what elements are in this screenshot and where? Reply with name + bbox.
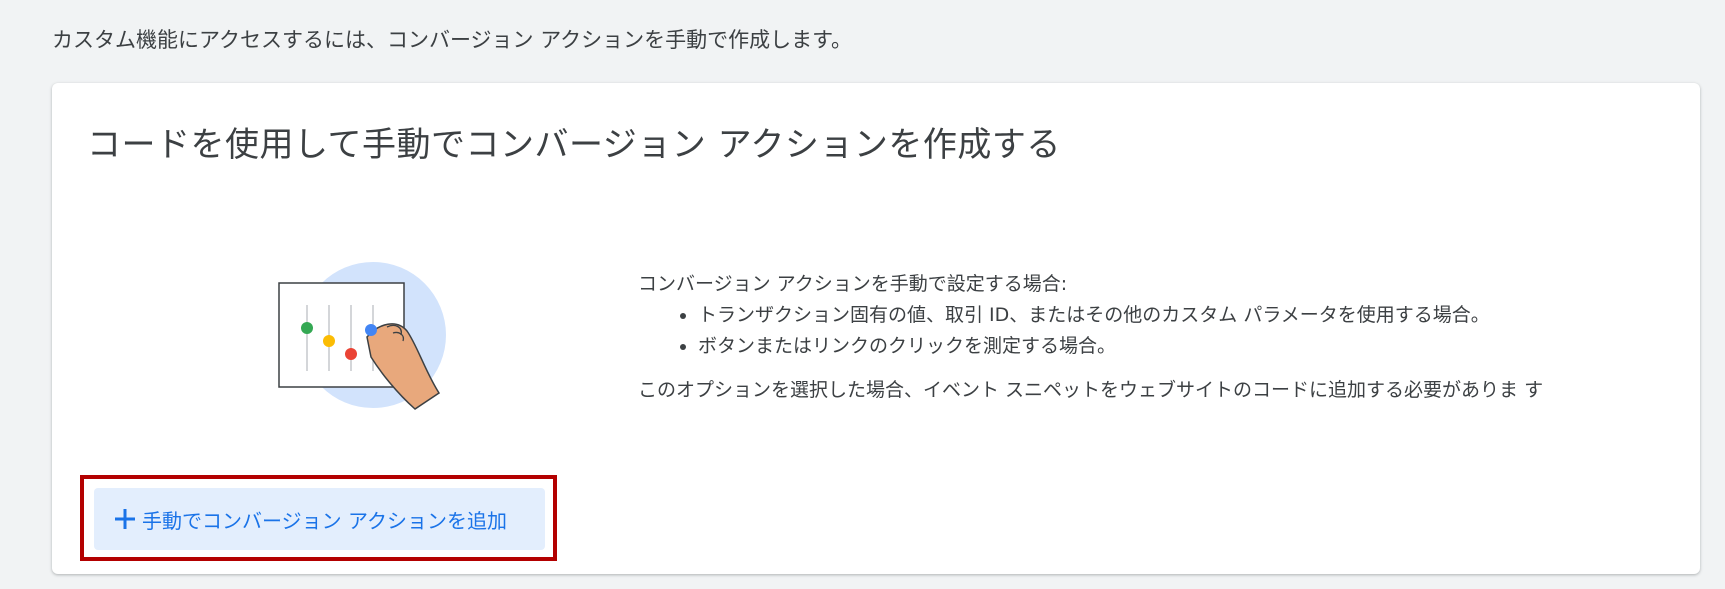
slider-adjust-icon <box>278 262 446 410</box>
details-list: トランザクション固有の値、取引 ID、またはその他のカスタム パラメータを使用す… <box>638 300 1638 362</box>
plus-icon <box>112 506 138 532</box>
card-title: コードを使用して手動でコンバージョン アクションを作成する <box>87 125 1061 165</box>
list-item: ボタンまたはリンクのクリックを測定する場合。 <box>698 331 1638 362</box>
add-button-label: 手動でコンバージョン アクションを追加 <box>142 508 507 533</box>
details-heading: コンバージョン アクションを手動で設定する場合: <box>638 273 1068 295</box>
add-manual-conversion-button[interactable]: 手動でコンバージョン アクションを追加 <box>94 488 545 550</box>
slider-adjust-illustration <box>247 253 447 423</box>
details-note: このオプションを選択した場合、イベント スニペットをウェブサイトのコードに追加す… <box>638 379 1544 401</box>
intro-text: カスタム機能にアクセスするには、コンバージョン アクションを手動で作成します。 <box>52 28 853 52</box>
list-item: トランザクション固有の値、取引 ID、またはその他のカスタム パラメータを使用す… <box>698 300 1638 331</box>
details-section: コンバージョン アクションを手動で設定する場合: トランザクション固有の値、取引… <box>638 269 1638 406</box>
